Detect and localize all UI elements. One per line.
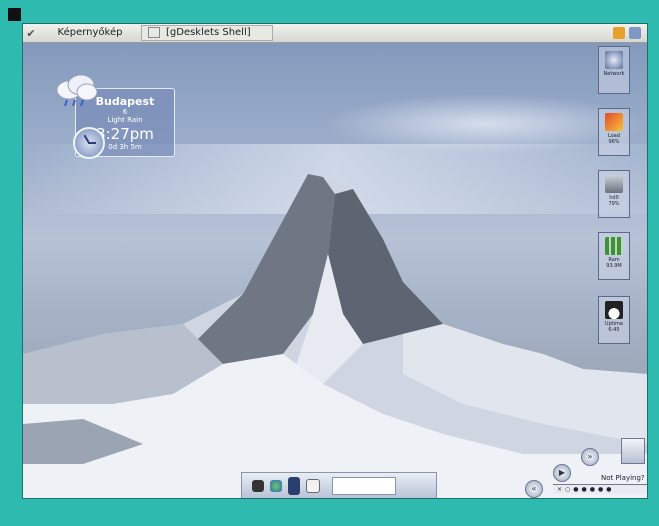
- sidebar-value-load: 96%: [608, 139, 620, 145]
- penguin-icon: [605, 301, 623, 319]
- globe-icon[interactable]: [270, 479, 282, 492]
- taskbar-label: [gDesklets Shell]: [166, 27, 251, 38]
- taskbar-item-screenshot[interactable]: Képernyőkép: [43, 26, 137, 40]
- network-tray-icon[interactable]: [629, 27, 641, 39]
- play-button[interactable]: ▶: [553, 464, 571, 482]
- top-panel: ✔ Képernyőkép [gDesklets Shell]: [23, 24, 647, 43]
- sidebar-label-network: Network: [603, 71, 625, 77]
- prev-button[interactable]: «: [525, 480, 543, 498]
- notification-icon[interactable]: [613, 27, 625, 39]
- workspace-icon[interactable]: [288, 476, 300, 495]
- window-icon: [148, 26, 160, 38]
- sidebar-value-disk: 79%: [608, 201, 620, 207]
- taskbar-item-gdesklets-shell[interactable]: [gDesklets Shell]: [141, 25, 273, 41]
- bird-icon[interactable]: ✔: [23, 27, 39, 40]
- sidebar-widget-load[interactable]: Load 96%: [598, 108, 630, 156]
- weather-condition: Light Rain: [107, 116, 143, 124]
- weather-temperature: 6: [122, 108, 128, 116]
- system-tray: [613, 27, 647, 39]
- cpu-load-icon: [605, 113, 623, 131]
- clock-icon: [73, 127, 105, 159]
- sidebar-value-ram: 93.9M: [606, 263, 622, 269]
- dock-input[interactable]: [332, 476, 396, 495]
- player-progress[interactable]: ×○●●●●●: [553, 484, 647, 494]
- terminal-icon[interactable]: [252, 479, 264, 492]
- bottom-dock: [241, 472, 437, 498]
- corner-marker: [8, 8, 21, 21]
- player-status: Not Playing?: [601, 474, 645, 482]
- sidebar-widget-ram[interactable]: Ram 93.9M: [598, 232, 630, 280]
- next-button[interactable]: »: [581, 448, 599, 466]
- player-window-icon[interactable]: [621, 438, 645, 464]
- copy-icon[interactable]: [306, 478, 320, 493]
- network-icon: [605, 51, 623, 69]
- desktop-screen: ✔ Képernyőkép [gDesklets Shell] Budapest…: [22, 23, 648, 499]
- memory-icon: [605, 237, 623, 255]
- media-player-desklet: » ▶ « Not Playing? ×○●●●●●: [509, 438, 647, 498]
- sidebar-widget-disk[interactable]: hd0 79%: [598, 170, 630, 218]
- rain-cloud-icon: [56, 74, 98, 107]
- disk-icon: [605, 175, 623, 193]
- sidebar-widget-network[interactable]: Network: [598, 46, 630, 94]
- sidebar-widget-uptime[interactable]: Uptime 6:45: [598, 296, 630, 344]
- sidebar-value-uptime: 6:45: [608, 327, 620, 333]
